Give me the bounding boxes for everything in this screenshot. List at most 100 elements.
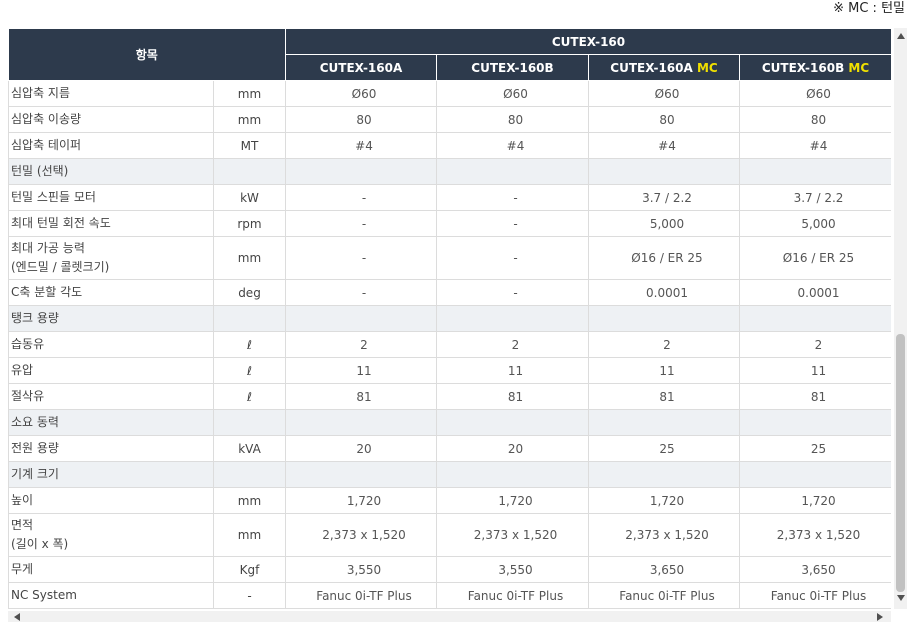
spec-value-cell: 2 <box>739 331 891 358</box>
model-header: CUTEX-160A MC <box>588 54 740 81</box>
table-row: NC System - Fanuc 0i-TF Plus Fanuc 0i-TF Pl… <box>8 582 891 609</box>
spec-value-cell: 2 <box>285 331 437 358</box>
spec-value-cell <box>588 409 740 436</box>
row-unit: MT <box>213 132 286 159</box>
table-row: 턴밀 스핀들 모터 kW - -3.7 / 2.2 3.7 / 2.2 <box>8 184 891 211</box>
spec-value-cell: - <box>285 184 437 211</box>
spec-value-cell: Ø60 <box>739 80 891 107</box>
spec-value-cell: Ø16 / ER 25 <box>739 236 891 280</box>
spec-table-container[interactable]: 항목 CUTEX-160 CUTEX-160A CUTEX-160B CUTEX… <box>8 28 891 609</box>
table-row: C축 분할 각도 deg - -0.0001 0.0001 <box>8 279 891 306</box>
spec-value-cell: - <box>436 279 589 306</box>
spec-value-cell: 81 <box>436 383 589 410</box>
row-unit <box>213 409 286 436</box>
section-row: 소요 동력 <box>8 409 891 436</box>
horizontal-scrollbar[interactable] <box>8 611 891 622</box>
spec-value-cell: 5,000 <box>588 210 740 237</box>
row-unit: Kgf <box>213 556 286 583</box>
spec-value-cell <box>588 158 740 185</box>
spec-value-cell <box>285 305 437 332</box>
row-unit: mm <box>213 487 286 514</box>
table-row: 면적 (길이 x 폭) mm 2,373 x 1,520 2,373 x 1,520 2,… <box>8 513 891 557</box>
row-unit: deg <box>213 279 286 306</box>
spec-value-cell: 80 <box>739 106 891 133</box>
item-header: 항목 <box>8 28 286 81</box>
spec-value-cell: Ø16 / ER 25 <box>588 236 740 280</box>
spec-value-cell <box>285 409 437 436</box>
spec-value-cell: Ø60 <box>588 80 740 107</box>
table-row: 심압축 이송량 mm 80 80 80 80 <box>8 106 891 133</box>
spec-value-cell: 1,720 <box>285 487 437 514</box>
table-row: 최대 가공 능력 (엔드밀 / 콜렛크기) mm - - Ø16 / ER 25 Ø16 /… <box>8 236 891 280</box>
spec-table: 항목 CUTEX-160 CUTEX-160A CUTEX-160B CUTEX… <box>8 28 891 609</box>
spec-value-cell: 0.0001 <box>739 279 891 306</box>
spec-value-cell: 2 <box>588 331 740 358</box>
spec-value-cell <box>739 409 891 436</box>
spec-value-cell: #4 <box>285 132 437 159</box>
spec-value-cell: 25 <box>588 435 740 462</box>
row-unit: mm <box>213 106 286 133</box>
spec-value-cell: 2,373 x 1,520 <box>588 513 740 557</box>
row-unit <box>213 158 286 185</box>
spec-value-cell: 3,650 <box>739 556 891 583</box>
spec-value-cell: 1,720 <box>739 487 891 514</box>
row-label: 전원 용량 <box>8 435 214 462</box>
row-label: 심압축 이송량 <box>8 106 214 133</box>
section-label: 기계 크기 <box>8 461 214 488</box>
scroll-left-arrow-icon[interactable] <box>14 613 20 621</box>
spec-value-cell: #4 <box>588 132 740 159</box>
spec-value-cell: - <box>436 184 589 211</box>
row-unit <box>213 461 286 488</box>
row-unit: mm <box>213 513 286 557</box>
row-label: 최대 턴밀 회전 속도 <box>8 210 214 237</box>
spec-value-cell: 81 <box>285 383 437 410</box>
scroll-up-arrow-icon[interactable] <box>897 33 905 39</box>
table-row: 전원 용량 kVA 20 20 25 25 <box>8 435 891 462</box>
spec-value-cell: - <box>285 210 437 237</box>
scroll-right-arrow-icon[interactable] <box>877 613 883 621</box>
spec-value-cell: 3,550 <box>285 556 437 583</box>
spec-value-cell: Ø60 <box>436 80 589 107</box>
row-label: 무게 <box>8 556 214 583</box>
spec-value-cell: 1,720 <box>436 487 589 514</box>
row-unit: kVA <box>213 435 286 462</box>
spec-value-cell <box>436 158 589 185</box>
spec-value-cell <box>436 409 589 436</box>
spec-value-cell: 25 <box>739 435 891 462</box>
row-label: 최대 가공 능력 (엔드밀 / 콜렛크기) <box>8 236 214 280</box>
spec-value-cell: - <box>285 279 437 306</box>
model-group-header: CUTEX-160 <box>285 28 891 55</box>
spec-value-cell <box>588 305 740 332</box>
section-label: 탱크 용량 <box>8 305 214 332</box>
row-unit: ℓ <box>213 357 286 384</box>
row-label: 절삭유 <box>8 383 214 410</box>
spec-value-cell: 3.7 / 2.2 <box>739 184 891 211</box>
row-label: 유압 <box>8 357 214 384</box>
vertical-scroll-thumb[interactable] <box>896 334 905 592</box>
vertical-scrollbar[interactable] <box>894 28 907 609</box>
table-row: 유압 ℓ 11 11 11 11 <box>8 357 891 384</box>
table-row: 심압축 테이퍼 MT #4 #4 #4 #4 <box>8 132 891 159</box>
row-label: 면적 (길이 x 폭) <box>8 513 214 557</box>
row-unit: rpm <box>213 210 286 237</box>
spec-value-cell: 3,550 <box>436 556 589 583</box>
row-unit: ℓ <box>213 331 286 358</box>
spec-value-cell: 80 <box>436 106 589 133</box>
row-label: 턴밀 스핀들 모터 <box>8 184 214 211</box>
row-label: 심압축 테이퍼 <box>8 132 214 159</box>
spec-value-cell <box>436 305 589 332</box>
spec-value-cell: 20 <box>436 435 589 462</box>
table-row: 무게 Kgf 3,550 3,550 3,650 3,650 <box>8 556 891 583</box>
spec-value-cell: 11 <box>588 357 740 384</box>
scroll-down-arrow-icon[interactable] <box>897 595 905 601</box>
spec-value-cell: 11 <box>436 357 589 384</box>
spec-value-cell: 80 <box>285 106 437 133</box>
row-unit: mm <box>213 236 286 280</box>
section-label: 턴밀 (선택) <box>8 158 214 185</box>
spec-value-cell: #4 <box>436 132 589 159</box>
row-label: NC System <box>8 582 214 609</box>
row-unit: kW <box>213 184 286 211</box>
spec-value-cell: 11 <box>739 357 891 384</box>
spec-value-cell <box>285 158 437 185</box>
spec-value-cell: Fanuc 0i-TF Plus <box>285 582 437 609</box>
